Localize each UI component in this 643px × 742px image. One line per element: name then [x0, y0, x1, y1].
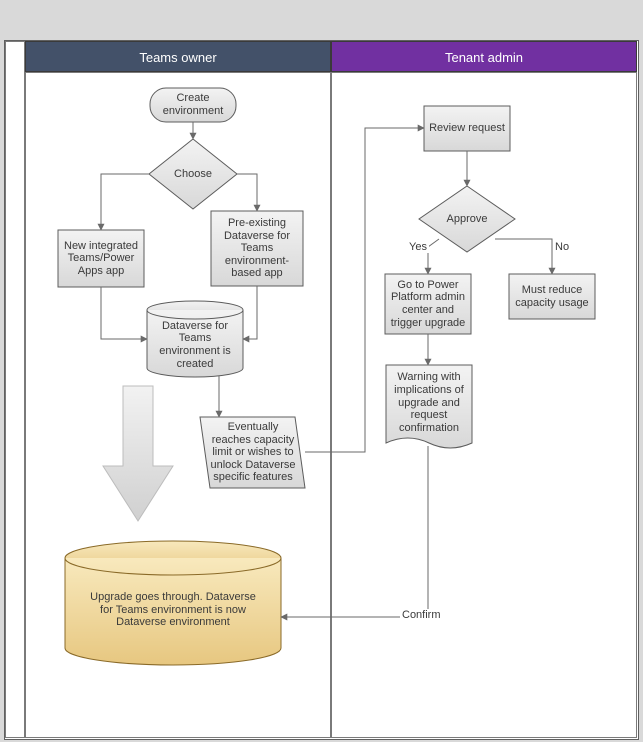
- lane-header-label: Teams owner: [139, 50, 216, 65]
- diagram-root: Teams owner Tenant admin: [0, 0, 643, 742]
- node-choose: Choose: [163, 164, 223, 184]
- swimlane-pool: Teams owner Tenant admin: [4, 40, 639, 740]
- lane-header-teams-owner: Teams owner: [25, 41, 331, 72]
- node-capacity-limit: Eventually reaches capacity limit or wis…: [206, 419, 300, 486]
- lane-header-label: Tenant admin: [445, 50, 523, 65]
- node-approve: Approve: [437, 209, 497, 229]
- node-review-request: Review request: [424, 106, 510, 151]
- node-reduce-capacity: Must reduce capacity usage: [509, 274, 595, 319]
- lane-body-tenant-admin: [331, 72, 637, 738]
- edge-label-confirm: Confirm: [400, 609, 443, 621]
- node-new-integrated-app: New integrated Teams/Power Apps app: [58, 230, 144, 287]
- node-preexisting-app: Pre-existing Dataverse for Teams environ…: [211, 211, 303, 286]
- lane-header-tenant-admin: Tenant admin: [331, 41, 637, 72]
- node-dataverse-created: Dataverse for Teams environment is creat…: [150, 319, 240, 371]
- node-go-admin-center: Go to Power Platform admin center and tr…: [385, 274, 471, 334]
- node-upgrade-through: Upgrade goes through. Dataverse for Team…: [83, 575, 263, 645]
- node-warning-confirmation: Warning with implications of upgrade and…: [386, 367, 472, 439]
- pool-tab: [5, 41, 25, 738]
- edge-label-yes: Yes: [407, 241, 429, 253]
- node-create-environment: Create environment: [150, 88, 236, 122]
- edge-label-no: No: [553, 241, 571, 253]
